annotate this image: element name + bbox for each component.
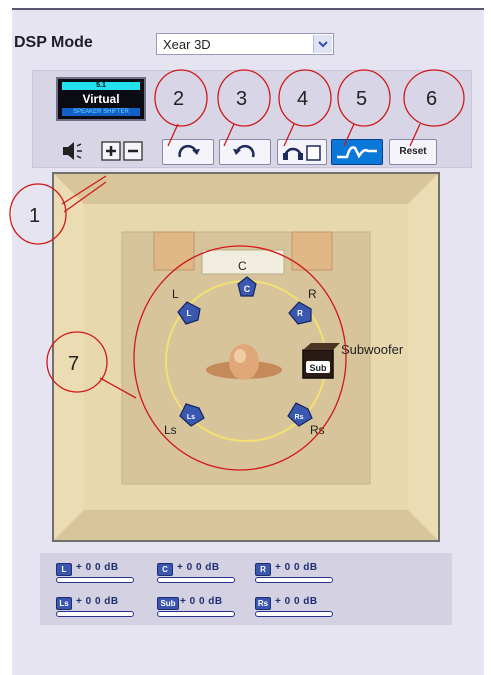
- level-left-surround-slider[interactable]: [56, 611, 134, 617]
- level-right-value: + 0 0 dB: [275, 562, 318, 573]
- callout-3: 3: [217, 69, 271, 147]
- level-center-icon: C: [157, 563, 173, 576]
- level-left-icon: L: [56, 563, 72, 576]
- callout-7: 7: [46, 245, 347, 471]
- callout-4: 4: [278, 69, 332, 147]
- callout-2: 2: [154, 69, 208, 147]
- level-left-slider[interactable]: [56, 577, 134, 583]
- level-right-surround-slider[interactable]: [255, 611, 333, 617]
- level-left-surround-icon: Ls: [56, 597, 72, 610]
- svg-text:R: R: [297, 309, 303, 318]
- svg-text:5: 5: [356, 88, 367, 110]
- speaker-left-surround[interactable]: Ls: [179, 403, 205, 427]
- svg-text:L: L: [187, 309, 192, 318]
- speaker-levels-panel: L + 0 0 dB C + 0 0 dB R + 0 0 dB Ls + 0 …: [40, 553, 452, 625]
- speaker-left[interactable]: L: [177, 301, 201, 325]
- svg-text:Ls: Ls: [187, 414, 195, 421]
- callout-5: 5: [337, 69, 391, 147]
- svg-text:Rs: Rs: [295, 414, 304, 421]
- label-center: C: [238, 259, 247, 273]
- callout-6: 6: [403, 69, 465, 147]
- label-right: R: [308, 287, 317, 301]
- svg-text:7: 7: [68, 353, 79, 375]
- svg-text:Sub: Sub: [310, 363, 328, 373]
- svg-text:4: 4: [297, 88, 308, 110]
- svg-text:3: 3: [236, 88, 247, 110]
- level-left-surround-value: + 0 0 dB: [76, 596, 119, 607]
- speaker-right-surround[interactable]: Rs: [287, 402, 313, 427]
- svg-text:C: C: [244, 284, 251, 294]
- label-left: L: [172, 287, 179, 301]
- level-subwoofer-icon: Sub: [157, 597, 179, 610]
- label-left-surround: Ls: [164, 423, 177, 437]
- subwoofer-speaker[interactable]: Sub: [302, 343, 340, 379]
- level-center-slider[interactable]: [157, 577, 235, 583]
- svg-text:2: 2: [173, 88, 184, 110]
- level-center-value: + 0 0 dB: [177, 562, 220, 573]
- level-left-value: + 0 0 dB: [76, 562, 119, 573]
- subwoofer-label: Subwoofer: [341, 342, 404, 357]
- level-subwoofer-value: + 0 0 dB: [180, 596, 223, 607]
- level-right-surround-value: + 0 0 dB: [275, 596, 318, 607]
- speaker-center[interactable]: C: [237, 276, 257, 297]
- level-right-slider[interactable]: [255, 577, 333, 583]
- callout-1: 1: [9, 175, 107, 245]
- speaker-right[interactable]: R: [288, 301, 312, 325]
- level-subwoofer-slider[interactable]: [157, 611, 235, 617]
- svg-text:1: 1: [29, 205, 40, 227]
- level-right-surround-icon: Rs: [255, 597, 271, 610]
- svg-text:6: 6: [426, 88, 437, 110]
- listener-head: [206, 344, 282, 380]
- level-right-icon: R: [255, 563, 271, 576]
